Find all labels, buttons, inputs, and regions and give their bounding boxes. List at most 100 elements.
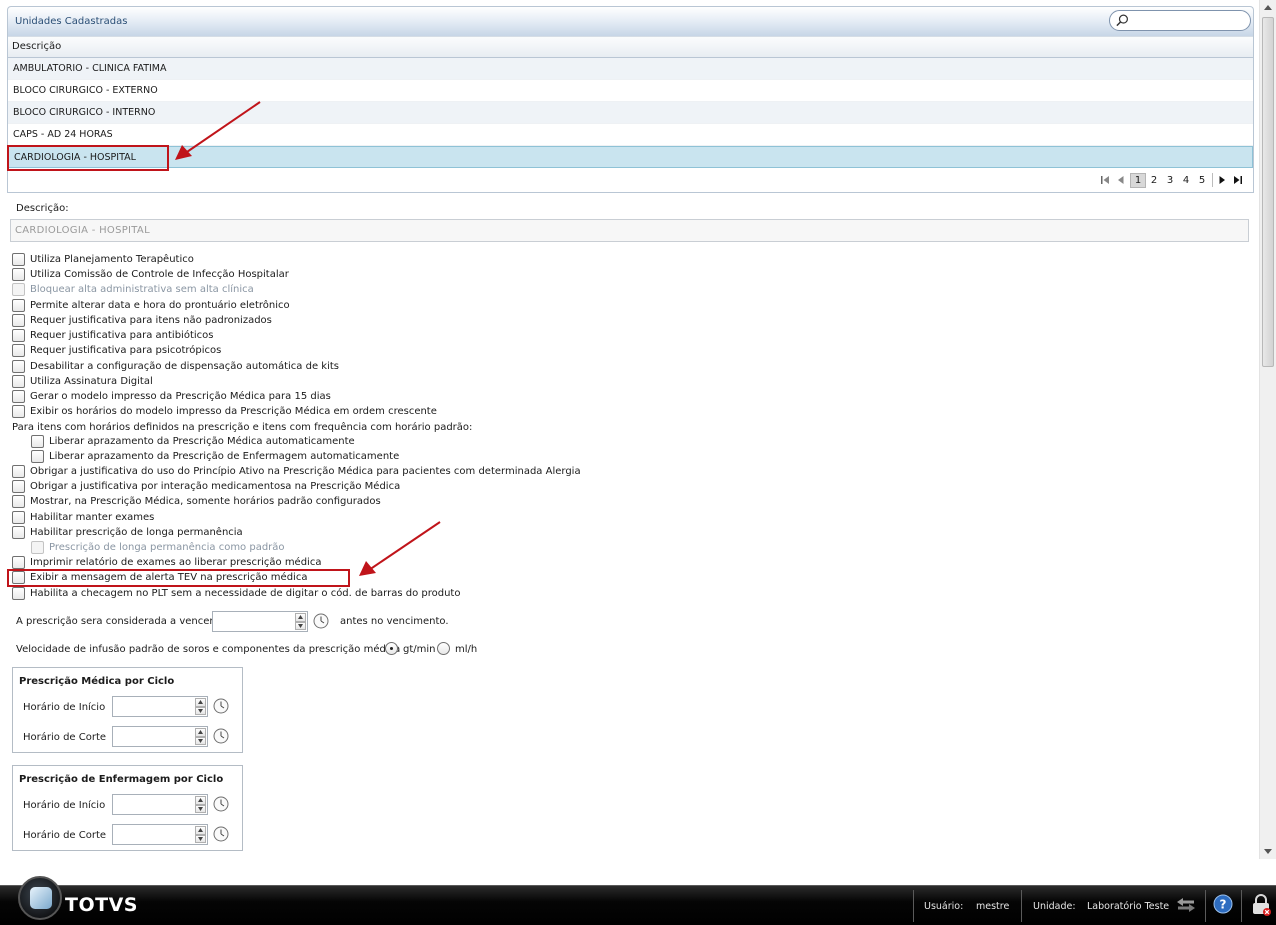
option-ordem-crescente[interactable]: Exibir os horários do modelo impresso da… xyxy=(12,404,437,419)
spinner[interactable] xyxy=(195,728,206,745)
option-modelo-15-dias[interactable]: Gerar o modelo impresso da Prescrição Mé… xyxy=(12,389,331,404)
spin-up-icon[interactable] xyxy=(195,796,206,805)
checkbox[interactable] xyxy=(12,556,25,569)
checkbox[interactable] xyxy=(12,344,25,357)
radio-ml-h[interactable] xyxy=(437,642,450,655)
option-justif-psicotropicos[interactable]: Requer justificativa para psicotrópicos xyxy=(12,343,221,358)
clock-icon[interactable] xyxy=(213,796,229,812)
spinner[interactable] xyxy=(195,698,206,715)
pager-divider xyxy=(1212,173,1213,187)
checkbox[interactable] xyxy=(12,390,25,403)
medical-cut-input[interactable] xyxy=(115,729,185,744)
spinner[interactable] xyxy=(195,796,206,813)
logout-lock-icon[interactable] xyxy=(1250,893,1272,917)
option-principio-ativo-alergia[interactable]: Obrigar a justificativa do uso do Princí… xyxy=(12,464,581,479)
help-icon[interactable]: ? xyxy=(1213,894,1233,914)
option-imprimir-relatorio-exames[interactable]: Imprimir relatório de exames ao liberar … xyxy=(12,555,321,570)
spin-down-icon[interactable] xyxy=(195,834,206,843)
checkbox[interactable] xyxy=(31,450,44,463)
checkbox[interactable] xyxy=(12,253,25,266)
radio-ml-h-label: ml/h xyxy=(455,644,478,655)
checkbox[interactable] xyxy=(12,587,25,600)
checkbox[interactable] xyxy=(12,375,25,388)
spin-down-icon[interactable] xyxy=(295,621,306,630)
option-horarios-padrao[interactable]: Mostrar, na Prescrição Médica, somente h… xyxy=(12,494,381,509)
first-page-icon[interactable] xyxy=(1098,174,1114,186)
spin-up-icon[interactable] xyxy=(195,728,206,737)
page-3[interactable]: 3 xyxy=(1162,174,1178,187)
option-manter-exames[interactable]: Habilitar manter exames xyxy=(12,510,154,525)
checkbox[interactable] xyxy=(12,480,25,493)
checkbox[interactable] xyxy=(12,314,25,327)
next-page-icon[interactable] xyxy=(1215,174,1231,186)
option-interacao-medicamentosa[interactable]: Obrigar a justificativa por interação me… xyxy=(12,479,400,494)
checkbox[interactable] xyxy=(12,329,25,342)
option-dispensacao-kits[interactable]: Desabilitar a configuração de dispensaçã… xyxy=(12,359,339,374)
description-field[interactable]: CARDIOLOGIA - HOSPITAL xyxy=(10,219,1249,242)
table-row[interactable]: BLOCO CIRURGICO - EXTERNO xyxy=(8,80,1253,102)
clock-icon[interactable] xyxy=(213,698,229,714)
table-row[interactable]: CAPS - AD 24 HORAS xyxy=(8,124,1253,146)
medical-start-stepper[interactable] xyxy=(112,696,208,717)
spinner[interactable] xyxy=(195,826,206,843)
option-aprazamento-enfermagem[interactable]: Liberar aprazamento da Prescrição de Enf… xyxy=(31,449,399,464)
scrollbar-thumb[interactable] xyxy=(1262,17,1274,367)
scroll-down-icon[interactable] xyxy=(1260,843,1276,859)
switch-unit-icon[interactable] xyxy=(1175,896,1197,914)
checkbox[interactable] xyxy=(12,299,25,312)
page-4[interactable]: 4 xyxy=(1178,174,1194,187)
checkbox[interactable] xyxy=(12,511,25,524)
radio-gt-min[interactable] xyxy=(385,642,398,655)
page-2[interactable]: 2 xyxy=(1146,174,1162,187)
spin-down-icon[interactable] xyxy=(195,706,206,715)
table-row[interactable]: AMBULATORIO - CLINICA FATIMA xyxy=(8,58,1253,80)
option-justif-nao-padronizados[interactable]: Requer justificativa para itens não padr… xyxy=(12,313,272,328)
option-alterar-data[interactable]: Permite alterar data e hora do prontuári… xyxy=(12,298,290,313)
spinner[interactable] xyxy=(295,613,306,630)
last-page-icon[interactable] xyxy=(1231,174,1247,186)
option-alerta-tev[interactable]: Exibir a mensagem de alerta TEV na presc… xyxy=(12,570,307,585)
medical-cut-stepper[interactable] xyxy=(112,726,208,747)
checkbox[interactable] xyxy=(31,435,44,448)
option-longa-permanencia[interactable]: Habilitar prescrição de longa permanênci… xyxy=(12,525,243,540)
nursing-start-input[interactable] xyxy=(115,797,185,812)
prev-page-icon[interactable] xyxy=(1114,174,1130,186)
checkbox[interactable] xyxy=(12,526,25,539)
clock-icon[interactable] xyxy=(213,826,229,842)
grid-column-header[interactable]: Descrição xyxy=(8,36,1253,58)
units-panel-header: Unidades Cadastradas xyxy=(7,6,1254,36)
clock-icon[interactable] xyxy=(313,613,329,629)
expiry-input[interactable] xyxy=(215,614,285,629)
spin-up-icon[interactable] xyxy=(295,613,306,622)
page-5[interactable]: 5 xyxy=(1194,174,1210,187)
option-ccih[interactable]: Utiliza Comissão de Controle de Infecção… xyxy=(12,267,289,282)
option-aprazamento-medica[interactable]: Liberar aprazamento da Prescrição Médica… xyxy=(31,434,355,449)
clock-icon[interactable] xyxy=(213,728,229,744)
nursing-cut-stepper[interactable] xyxy=(112,824,208,845)
checkbox[interactable] xyxy=(12,571,25,584)
medical-start-input[interactable] xyxy=(115,699,185,714)
spin-down-icon[interactable] xyxy=(195,736,206,745)
nursing-start-stepper[interactable] xyxy=(112,794,208,815)
checkbox[interactable] xyxy=(12,405,25,418)
checkbox[interactable] xyxy=(12,268,25,281)
table-row[interactable]: BLOCO CIRURGICO - INTERNO xyxy=(8,102,1253,124)
option-planejamento[interactable]: Utiliza Planejamento Terapêutico xyxy=(12,252,194,267)
option-justif-antibioticos[interactable]: Requer justificativa para antibióticos xyxy=(12,328,213,343)
vertical-scrollbar[interactable] xyxy=(1259,0,1276,859)
checkbox[interactable] xyxy=(12,465,25,478)
spin-up-icon[interactable] xyxy=(195,826,206,835)
option-checagem-plt[interactable]: Habilita a checagem no PLT sem a necessi… xyxy=(12,586,460,601)
search-input[interactable] xyxy=(1133,13,1245,28)
page-1[interactable]: 1 xyxy=(1130,172,1146,188)
scroll-up-icon[interactable] xyxy=(1260,0,1276,16)
nursing-cut-input[interactable] xyxy=(115,827,185,842)
search-box[interactable] xyxy=(1109,10,1251,31)
checkbox[interactable] xyxy=(12,495,25,508)
table-row-selected[interactable]: CARDIOLOGIA - HOSPITAL xyxy=(8,146,1253,168)
checkbox[interactable] xyxy=(12,360,25,373)
option-assinatura-digital[interactable]: Utiliza Assinatura Digital xyxy=(12,374,153,389)
expiry-stepper[interactable] xyxy=(212,611,308,632)
spin-up-icon[interactable] xyxy=(195,698,206,707)
spin-down-icon[interactable] xyxy=(195,804,206,813)
